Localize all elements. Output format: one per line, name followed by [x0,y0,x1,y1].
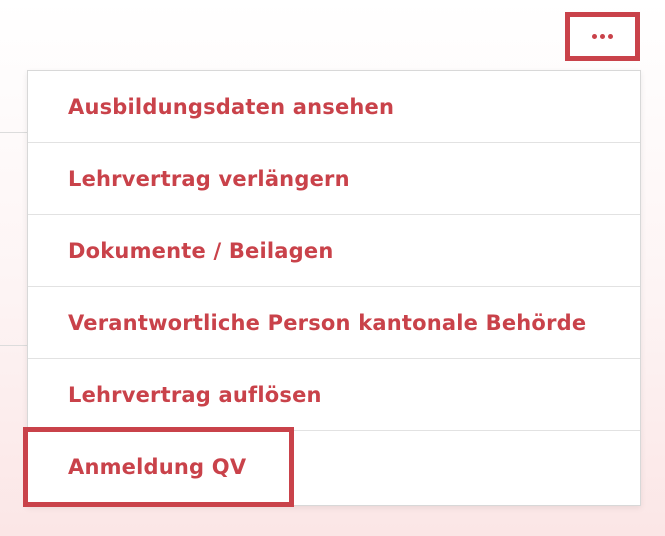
menu-item-ausbildungsdaten-ansehen[interactable]: Ausbildungsdaten ansehen [28,71,640,143]
menu-item-dokumente-beilagen[interactable]: Dokumente / Beilagen [28,215,640,287]
menu-item-label: Dokumente / Beilagen [68,238,334,263]
actions-dropdown-menu: Ausbildungsdaten ansehen Lehrvertrag ver… [27,70,641,506]
menu-item-label: Ausbildungsdaten ansehen [68,94,395,119]
menu-item-lehrvertrag-aufloesen[interactable]: Lehrvertrag auflösen [28,359,640,431]
background-divider [0,132,30,133]
menu-item-label: Lehrvertrag auflösen [68,382,322,407]
menu-item-lehrvertrag-verlaengern[interactable]: Lehrvertrag verlängern [28,143,640,215]
more-options-button[interactable] [565,12,640,61]
menu-item-verantwortliche-person[interactable]: Verantwortliche Person kantonale Behörde [28,287,640,359]
menu-item-label: Verantwortliche Person kantonale Behörde [68,310,587,335]
background-divider [0,345,30,346]
menu-item-label: Anmeldung QV [68,455,247,479]
menu-item-label: Lehrvertrag verlängern [68,166,350,191]
menu-item-anmeldung-qv[interactable]: Anmeldung QV [28,431,640,503]
more-horizontal-icon [592,34,613,39]
